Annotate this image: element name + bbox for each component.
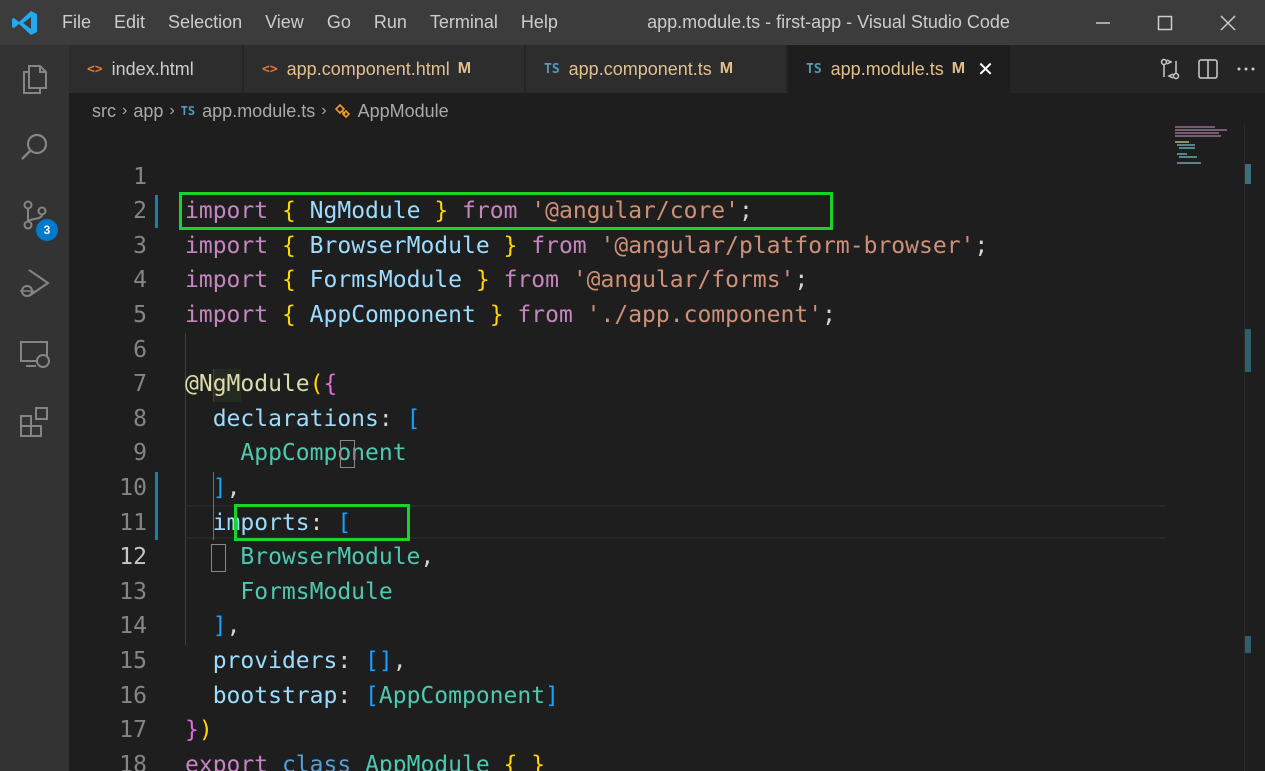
vertical-scrollbar[interactable] xyxy=(1244,124,1265,771)
code-line: 18 xyxy=(69,713,1169,771)
menu-run[interactable]: Run xyxy=(374,12,407,33)
scm-count-badge: 3 xyxy=(36,219,58,241)
menu-selection[interactable]: Selection xyxy=(168,12,242,33)
tab-app-module-ts[interactable]: TS app.module.ts M ✕ xyxy=(788,45,1011,93)
maximize-button[interactable] xyxy=(1137,0,1192,45)
code-line: 9 ], xyxy=(69,402,1169,501)
search-icon xyxy=(20,133,47,160)
code-line: 16 }) xyxy=(69,644,1169,744)
scrollbar-change-marker xyxy=(1245,164,1251,184)
ellipsis-icon xyxy=(1237,67,1255,71)
code-line: 6 @NgModule({ xyxy=(69,298,1169,398)
breadcrumb-symbol[interactable]: AppModule xyxy=(358,101,449,122)
html-file-icon: <> xyxy=(87,61,103,77)
bracket-match-highlight xyxy=(211,544,226,572)
close-tab-icon[interactable]: ✕ xyxy=(977,57,994,82)
code-line: 17 export class AppModule { } xyxy=(69,679,1169,771)
scrollbar-change-marker xyxy=(1245,329,1251,372)
activity-bar: 3 xyxy=(0,45,69,771)
menu-view[interactable]: View xyxy=(265,12,304,33)
close-window-button[interactable] xyxy=(1200,0,1255,45)
annotation-highlight-formsmodule xyxy=(234,504,410,541)
breadcrumb: src › app › TS app.module.ts › AppModule xyxy=(92,98,449,124)
tab-app-component-ts[interactable]: TS app.component.ts M xyxy=(526,45,787,93)
chevron-right-icon: › xyxy=(169,102,175,119)
chevron-right-icon: › xyxy=(122,102,128,119)
more-actions-button[interactable] xyxy=(1227,45,1265,93)
source-control-button[interactable]: 3 xyxy=(0,181,69,249)
code-line: 13 ], xyxy=(69,540,1169,640)
code-line: 14 providers: [], xyxy=(69,575,1169,674)
line-number: 18 xyxy=(119,751,147,771)
editor-tab-bar: <> index.html <> app.component.html M TS… xyxy=(69,45,1265,93)
modified-indicator: M xyxy=(457,60,472,77)
modified-indicator: M xyxy=(719,60,734,77)
vscode-logo-icon[interactable] xyxy=(10,8,40,38)
menu-terminal[interactable]: Terminal xyxy=(430,12,498,33)
html-file-icon: <> xyxy=(262,61,278,77)
editor-actions xyxy=(1151,45,1265,93)
breadcrumb-app[interactable]: app xyxy=(133,101,163,122)
ts-file-icon: TS xyxy=(180,104,196,118)
code-line: 4 import { AppComponent } from './app.co… xyxy=(69,229,1169,328)
tab-label: app.component.ts xyxy=(568,58,712,79)
open-changes-button[interactable] xyxy=(1151,45,1189,93)
split-editor-icon xyxy=(1198,59,1218,79)
annotation-highlight-import xyxy=(179,192,833,230)
maximize-icon xyxy=(1157,15,1172,30)
search-button[interactable] xyxy=(0,113,69,181)
tab-app-component-html[interactable]: <> app.component.html M xyxy=(244,45,525,93)
code-line: 11 BrowserModule, xyxy=(69,471,1169,571)
code-line: 5 xyxy=(69,263,1169,328)
tab-label: app.component.html xyxy=(286,58,450,79)
explorer-button[interactable] xyxy=(0,45,69,113)
tab-label: index.html xyxy=(111,58,194,79)
title-bar: File Edit Selection View Go Run Terminal… xyxy=(0,0,1265,45)
breadcrumb-src[interactable]: src xyxy=(92,101,116,122)
code-line: 10 imports: [ xyxy=(69,436,1169,536)
modified-indicator: M xyxy=(951,60,966,77)
split-editor-button[interactable] xyxy=(1189,45,1227,93)
code-editor[interactable]: 1 import { NgModule } from '@angular/cor… xyxy=(69,124,1265,771)
bracket-match-highlight xyxy=(340,440,355,468)
menu-edit[interactable]: Edit xyxy=(114,12,145,33)
code-line: 1 import { NgModule } from '@angular/cor… xyxy=(69,125,1169,225)
run-debug-icon xyxy=(19,269,50,297)
close-icon xyxy=(1219,14,1236,31)
class-symbol-icon xyxy=(334,103,350,119)
remote-explorer-button[interactable] xyxy=(0,320,69,388)
menu-file[interactable]: File xyxy=(62,12,91,33)
extensions-button[interactable] xyxy=(0,388,69,456)
extensions-icon xyxy=(19,407,48,437)
breadcrumb-file[interactable]: app.module.ts xyxy=(202,101,315,122)
code-line: 8 AppComponent xyxy=(69,367,1169,467)
remote-explorer-icon xyxy=(19,341,50,368)
menu-bar: File Edit Selection View Go Run Terminal… xyxy=(62,0,581,45)
menu-go[interactable]: Go xyxy=(327,12,351,33)
code-line: 15 bootstrap: [AppComponent] xyxy=(69,609,1169,709)
ts-file-icon: TS xyxy=(544,61,560,77)
menu-help[interactable]: Help xyxy=(521,12,558,33)
ts-file-icon: TS xyxy=(806,61,822,77)
scrollbar-change-marker xyxy=(1245,636,1251,653)
run-debug-button[interactable] xyxy=(0,249,69,317)
chevron-right-icon: › xyxy=(321,102,327,119)
code-line: 7 declarations: [ xyxy=(69,333,1169,432)
compare-changes-icon xyxy=(1160,58,1180,80)
minimize-button[interactable] xyxy=(1075,0,1130,45)
tab-label: app.module.ts xyxy=(830,58,944,79)
minimize-icon xyxy=(1095,21,1110,24)
code-line: 2 import { BrowserModule } from '@angula… xyxy=(69,160,1169,259)
files-icon xyxy=(22,65,47,94)
tab-index-html[interactable]: <> index.html xyxy=(69,45,243,93)
